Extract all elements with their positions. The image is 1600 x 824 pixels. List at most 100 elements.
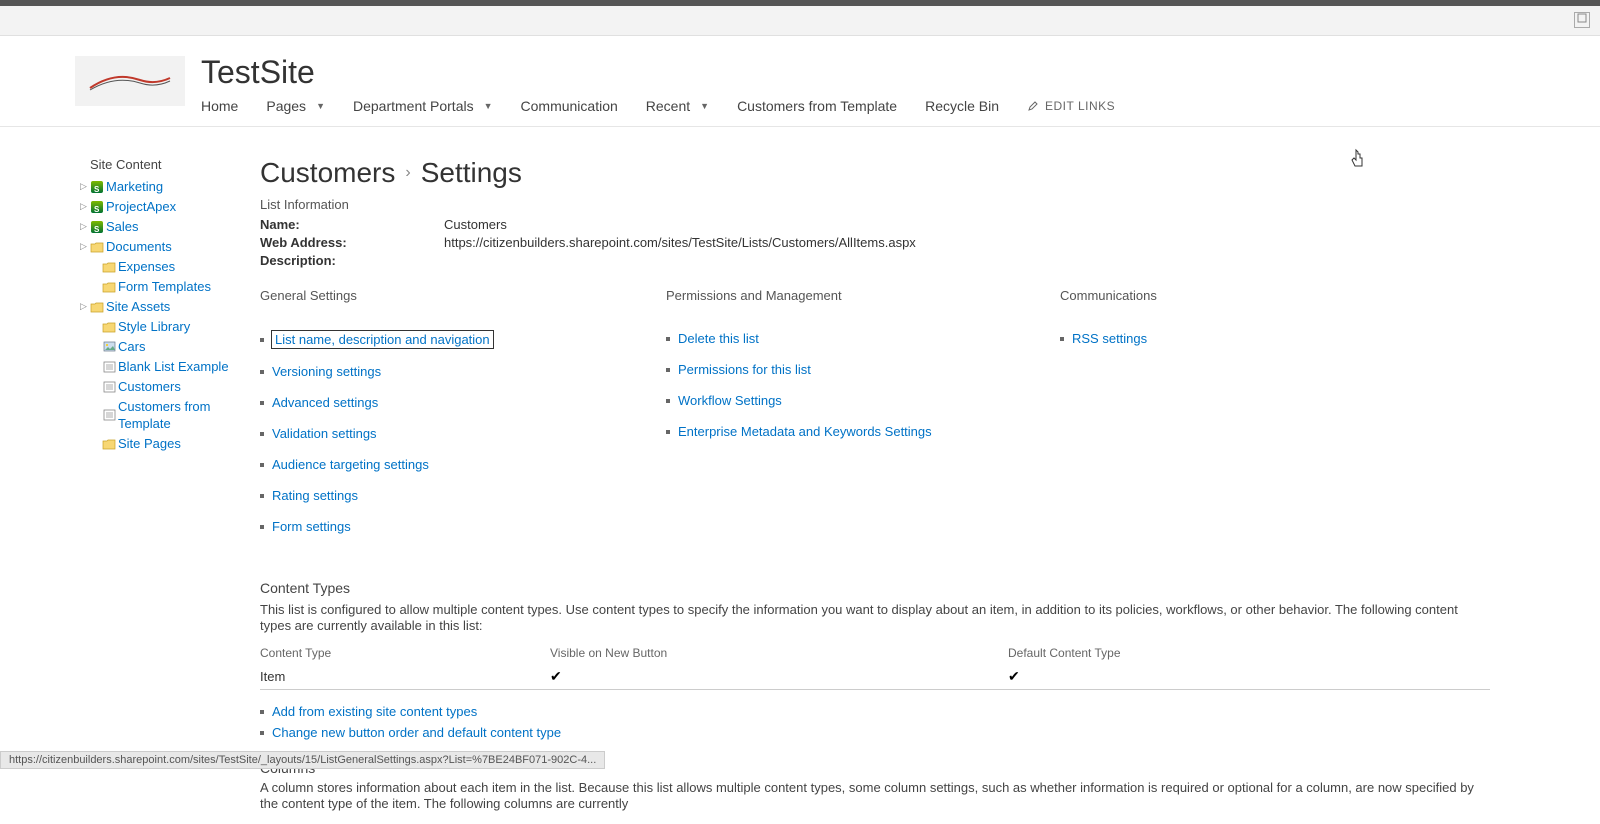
ribbon-area (0, 6, 1600, 36)
quick-launch-item[interactable]: ▷Marketing (90, 178, 260, 195)
quick-launch-link[interactable]: Customers (118, 378, 181, 395)
bullet-icon (260, 463, 264, 467)
setting-link-row: RSS settings (1060, 331, 1490, 346)
tree-expand-icon[interactable]: ▷ (80, 178, 87, 195)
nav-home[interactable]: Home (201, 98, 238, 114)
list-icon (102, 360, 116, 374)
chevron-right-icon: › (405, 164, 410, 182)
setting-link-row: Versioning settings (260, 364, 666, 379)
site-title[interactable]: TestSite (201, 56, 1115, 88)
breadcrumb-parent[interactable]: Customers (260, 157, 395, 189)
quick-launch-item[interactable]: Customers from Template (90, 398, 260, 432)
info-web-value: https://citizenbuilders.sharepoint.com/s… (444, 234, 916, 252)
quick-launch-item[interactable]: Blank List Example (90, 358, 260, 375)
quick-launch-item[interactable]: Cars (90, 338, 260, 355)
tree-expand-icon[interactable]: ▷ (80, 298, 87, 315)
info-name-value: Customers (444, 216, 507, 234)
quick-launch-link[interactable]: Sales (106, 218, 139, 235)
content-types-header: Content Types (260, 580, 1490, 596)
tree-expand-icon[interactable]: ▷ (80, 198, 87, 215)
setting-link[interactable]: Permissions for this list (678, 362, 811, 377)
communications-header: Communications (1060, 288, 1490, 303)
quick-launch-link[interactable]: Site Assets (106, 298, 170, 315)
quick-launch-link[interactable]: Blank List Example (118, 358, 229, 375)
content-types-description: This list is configured to allow multipl… (260, 602, 1490, 634)
quick-launch-item[interactable]: Style Library (90, 318, 260, 335)
list-icon (102, 380, 116, 394)
quick-launch-item[interactable]: ▷Documents (90, 238, 260, 255)
info-web-label: Web Address: (260, 234, 444, 252)
check-icon: ✔ (1008, 668, 1020, 684)
bullet-icon (260, 338, 264, 342)
quick-launch-link[interactable]: Expenses (118, 258, 175, 275)
setting-link-row: Workflow Settings (666, 393, 1060, 408)
tree-expand-icon[interactable]: ▷ (80, 218, 87, 235)
quick-launch-item[interactable]: Expenses (90, 258, 260, 275)
nav-pages[interactable]: Pages▼ (266, 98, 325, 114)
content-type-action-link[interactable]: Change new button order and default cont… (272, 725, 561, 740)
caret-down-icon: ▼ (700, 101, 709, 111)
bullet-icon (1060, 337, 1064, 341)
setting-link[interactable]: RSS settings (1072, 331, 1147, 346)
quick-launch-link[interactable]: Site Pages (118, 435, 181, 452)
folder-icon (102, 260, 116, 274)
setting-link[interactable]: List name, description and navigation (272, 331, 493, 348)
caret-down-icon: ▼ (316, 101, 325, 111)
content-type-name[interactable]: Item (260, 669, 285, 684)
nav-communication[interactable]: Communication (521, 98, 618, 114)
bullet-icon (260, 370, 264, 374)
setting-link-row: Validation settings (260, 426, 666, 441)
nav-recycle-bin[interactable]: Recycle Bin (925, 98, 999, 114)
quick-launch-link[interactable]: Cars (118, 338, 145, 355)
main-content: Customers › Settings List Information Na… (260, 157, 1600, 824)
folder-icon (102, 437, 116, 451)
quick-launch-link[interactable]: Form Templates (118, 278, 211, 295)
breadcrumb: Customers › Settings (260, 157, 1490, 189)
nav-department-portals[interactable]: Department Portals▼ (353, 98, 493, 114)
setting-link[interactable]: Form settings (272, 519, 351, 534)
focus-content-button[interactable] (1574, 12, 1590, 28)
setting-link[interactable]: Audience targeting settings (272, 457, 429, 472)
sharepoint-site-icon (90, 180, 104, 194)
setting-link[interactable]: Advanced settings (272, 395, 378, 410)
setting-link[interactable]: Versioning settings (272, 364, 381, 379)
quick-launch-item[interactable]: Site Pages (90, 435, 260, 452)
setting-link-row: Audience targeting settings (260, 457, 666, 472)
setting-link[interactable]: Delete this list (678, 331, 759, 346)
setting-link[interactable]: Workflow Settings (678, 393, 782, 408)
bullet-icon (260, 401, 264, 405)
edit-links-button[interactable]: EDIT LINKS (1027, 99, 1115, 113)
bullet-icon (260, 525, 264, 529)
bullet-icon (260, 494, 264, 498)
quick-launch-item[interactable]: ▷ProjectApex (90, 198, 260, 215)
content-type-action-link[interactable]: Add from existing site content types (272, 704, 477, 719)
setting-link-row: Rating settings (260, 488, 666, 503)
quick-launch-link[interactable]: Style Library (118, 318, 190, 335)
caret-down-icon: ▼ (484, 101, 493, 111)
quick-launch-link[interactable]: Documents (106, 238, 172, 255)
columns-description: A column stores information about each i… (260, 780, 1490, 812)
quick-launch-link[interactable]: Marketing (106, 178, 163, 195)
quick-launch-link[interactable]: ProjectApex (106, 198, 176, 215)
list-info-header: List Information (260, 197, 1490, 212)
nav-customers-from-template[interactable]: Customers from Template (737, 98, 897, 114)
nav-recent[interactable]: Recent▼ (646, 98, 709, 114)
folder-icon (102, 280, 116, 294)
quick-launch-item[interactable]: Form Templates (90, 278, 260, 295)
info-name-label: Name: (260, 216, 444, 234)
tree-expand-icon[interactable]: ▷ (80, 238, 87, 255)
quick-launch-link[interactable]: Customers from Template (118, 398, 260, 432)
quick-launch-item[interactable]: Customers (90, 378, 260, 395)
ct-col-visible: Visible on New Button (550, 646, 1008, 664)
quick-launch-sidebar: Site Content ▷Marketing▷ProjectApex▷Sale… (90, 157, 260, 824)
bullet-icon (666, 430, 670, 434)
setting-link-row: Form settings (260, 519, 666, 534)
quick-launch-item[interactable]: ▷Site Assets (90, 298, 260, 315)
setting-link[interactable]: Validation settings (272, 426, 377, 441)
site-logo[interactable] (75, 56, 185, 106)
setting-link[interactable]: Rating settings (272, 488, 358, 503)
quick-launch-item[interactable]: ▷Sales (90, 218, 260, 235)
setting-link[interactable]: Enterprise Metadata and Keywords Setting… (678, 424, 932, 439)
sharepoint-site-icon (90, 220, 104, 234)
folder-icon (90, 240, 104, 254)
